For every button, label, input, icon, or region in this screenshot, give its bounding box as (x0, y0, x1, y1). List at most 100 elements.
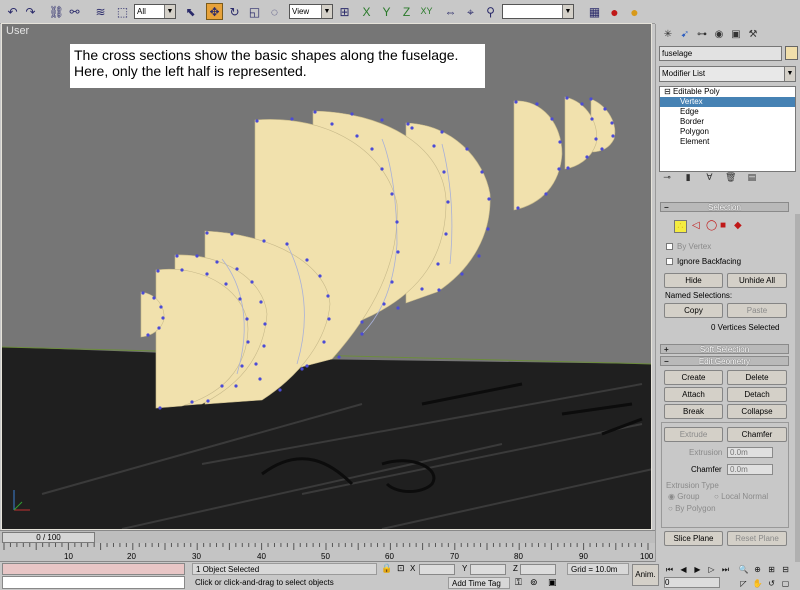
utilities-tab-icon[interactable]: ⚒ (745, 28, 761, 42)
soft-selection-rollout-header[interactable]: + Soft Selection (660, 344, 789, 354)
maxscript-listener-mini[interactable] (2, 563, 185, 575)
y-coordinate-field[interactable] (470, 564, 506, 575)
spacing-tool-icon[interactable]: ⚲ (482, 3, 499, 20)
absolute-mode-icon[interactable]: ⊡ (397, 563, 405, 574)
unhide-all-button[interactable]: Unhide All (727, 273, 787, 288)
set-key-icon[interactable]: ⊚ (530, 577, 538, 588)
reset-plane-button[interactable]: Reset Plane (727, 531, 787, 546)
make-unique-icon[interactable]: ∀ (702, 172, 716, 183)
copy-button[interactable]: Copy (664, 303, 723, 318)
z-coordinate-field[interactable] (520, 564, 556, 575)
collapse-button[interactable]: Collapse (727, 404, 787, 419)
redo-icon[interactable]: ↷ (22, 3, 39, 20)
slice-plane-button[interactable]: Slice Plane (664, 531, 723, 546)
select-scale-icon[interactable]: ◱ (246, 3, 263, 20)
configure-modifier-sets-icon[interactable]: ▤ (745, 172, 759, 183)
trackbar[interactable]: 10 20 30 40 50 60 70 80 90 100 (0, 543, 655, 562)
border-mode-icon[interactable]: ◯ (706, 220, 717, 231)
detach-button[interactable]: Detach (727, 387, 787, 402)
user-viewport[interactable]: User The cross sections show the basic s… (1, 23, 652, 530)
object-name-field[interactable]: fuselage (659, 46, 782, 61)
stack-item-polygon[interactable]: Polygon (660, 127, 795, 137)
arc-rotate-icon[interactable]: ↺ (766, 578, 777, 589)
stack-item-editable-poly[interactable]: ⊟ Editable Poly (660, 87, 795, 97)
zoom-extents-all-icon[interactable]: ⊟ (780, 564, 791, 575)
restrict-y-icon[interactable]: Y (378, 3, 395, 20)
align-icon[interactable]: ⌖ (462, 3, 479, 20)
modifier-stack[interactable]: ⊟ Editable Poly Vertex Edge Border Polyg… (659, 86, 796, 172)
viewport-label[interactable]: User (6, 25, 29, 37)
hide-button[interactable]: Hide (664, 273, 723, 288)
by-vertex-checkbox[interactable] (666, 243, 673, 250)
show-end-result-icon[interactable]: ▮ (681, 172, 695, 183)
go-to-start-icon[interactable]: ⏮ (664, 564, 675, 575)
stack-item-border[interactable]: Border (660, 117, 795, 127)
go-to-end-icon[interactable]: ⏭ (720, 564, 731, 575)
quick-render-icon[interactable]: ● (626, 3, 643, 20)
animate-button[interactable]: Anim. (632, 564, 659, 586)
stack-item-vertex[interactable]: Vertex (660, 97, 795, 107)
current-frame-field[interactable]: 0 (664, 577, 720, 588)
ignore-backfacing-checkbox[interactable] (666, 258, 673, 265)
display-tab-icon[interactable]: ▣ (728, 28, 744, 42)
group-radio[interactable]: ◉ Group (668, 492, 699, 501)
delete-button[interactable]: Delete (727, 370, 787, 385)
restrict-z-icon[interactable]: Z (398, 3, 415, 20)
restrict-xy-icon[interactable]: XY (418, 3, 435, 20)
modify-tab-icon[interactable]: ➹ (677, 28, 693, 42)
select-rotate-icon[interactable]: ↻ (226, 3, 243, 20)
pivot-center-icon[interactable]: ⊞ (336, 3, 353, 20)
maximize-viewport-icon[interactable]: ▢ (780, 578, 791, 589)
chamfer-spinner[interactable]: 0.0m (727, 464, 773, 475)
element-mode-icon[interactable]: ◆ (734, 220, 742, 231)
add-time-tag[interactable]: Add Time Tag (448, 577, 510, 589)
create-tab-icon[interactable]: ✳ (660, 28, 676, 42)
x-coordinate-field[interactable] (419, 564, 455, 575)
named-selection-sets-dropdown[interactable]: ▼ (502, 4, 574, 19)
chamfer-button[interactable]: Chamfer (727, 427, 787, 442)
time-slider[interactable]: 0 / 100 (2, 532, 95, 543)
zoom-icon[interactable]: 🔍 (738, 564, 749, 575)
key-filters-icon[interactable]: ▣ (548, 577, 557, 588)
selection-rollout-header[interactable]: − Selection (660, 202, 789, 212)
bind-space-warp-icon[interactable]: ≋ (92, 3, 109, 20)
next-frame-icon[interactable]: ▷ (706, 564, 717, 575)
stack-item-element[interactable]: Element (660, 137, 795, 147)
pin-stack-icon[interactable]: ⊸ (660, 172, 674, 183)
lock-selection-icon[interactable]: 🔒 (381, 563, 392, 574)
extrusion-spinner[interactable]: 0.0m (727, 447, 773, 458)
motion-tab-icon[interactable]: ◉ (711, 28, 727, 42)
field-of-view-icon[interactable]: ◸ (738, 578, 749, 589)
select-region-icon[interactable]: ⬚ (114, 3, 131, 20)
selection-filter-dropdown[interactable]: All ▼ (134, 4, 176, 19)
paste-button[interactable]: Paste (727, 303, 787, 318)
material-editor-icon[interactable]: ▦ (586, 3, 603, 20)
maxscript-input[interactable] (2, 576, 185, 589)
edit-geometry-rollout-header[interactable]: − Edit Geometry (660, 356, 789, 366)
play-icon[interactable]: ▶ (692, 564, 703, 575)
extrude-button[interactable]: Extrude (664, 427, 723, 442)
unlink-icon[interactable]: ⚯ (66, 3, 83, 20)
mirror-icon[interactable]: ⇔ (442, 3, 459, 20)
render-scene-icon[interactable]: ● (606, 3, 623, 20)
local-normal-radio[interactable]: ○ Local Normal (714, 492, 768, 501)
remove-modifier-icon[interactable]: 🗑 (724, 172, 738, 183)
modifier-list-dropdown[interactable]: Modifier List ▼ (659, 66, 796, 82)
stack-item-edge[interactable]: Edge (660, 107, 795, 117)
select-link-icon[interactable]: ⛓ (48, 3, 65, 20)
vertex-mode-icon[interactable]: ∴ (674, 220, 687, 233)
polygon-mode-icon[interactable]: ■ (720, 220, 726, 231)
hierarchy-tab-icon[interactable]: ⊶ (694, 28, 710, 42)
attach-button[interactable]: Attach (664, 387, 723, 402)
object-color-swatch[interactable] (785, 46, 798, 60)
key-icon[interactable]: ⚿ (515, 577, 522, 588)
command-panel-scrollbar[interactable] (795, 214, 800, 584)
restrict-x-icon[interactable]: X (358, 3, 375, 20)
by-polygon-radio[interactable]: ○ By Polygon (668, 504, 716, 513)
undo-icon[interactable]: ↶ (4, 3, 21, 20)
break-button[interactable]: Break (664, 404, 723, 419)
pan-icon[interactable]: ✋ (752, 578, 763, 589)
select-move-icon[interactable]: ✥ (206, 3, 223, 20)
zoom-all-icon[interactable]: ⊕ (752, 564, 763, 575)
zoom-extents-icon[interactable]: ⊞ (766, 564, 777, 575)
